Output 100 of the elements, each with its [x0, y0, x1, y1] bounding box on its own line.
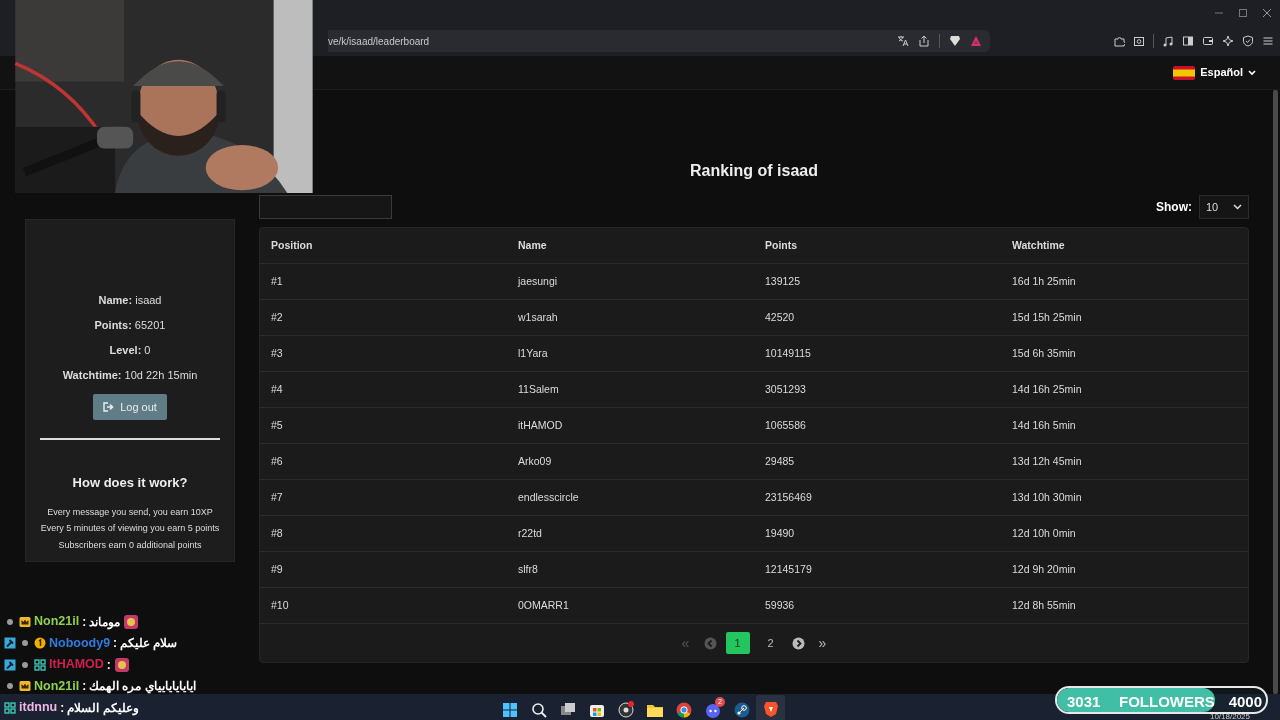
table-cell-text: 139125: [764, 273, 802, 289]
table-cell-text: 12d 9h 20min: [1011, 561, 1077, 577]
logout-button[interactable]: Log out: [93, 394, 167, 420]
chat-message: ايايايايايياي مره الهمك: [89, 678, 196, 696]
table-cell-text: #10: [270, 597, 290, 613]
table-cell-text: 11Salem: [517, 381, 560, 397]
table-cell-text: itHAMOD: [517, 417, 564, 433]
help-text: Subscribers earn 0 additional points: [57, 538, 203, 552]
sparkle-icon[interactable]: [1222, 35, 1234, 47]
next-icon[interactable]: [791, 636, 805, 650]
show-label: Show:: [1156, 199, 1192, 216]
scrollbar[interactable]: [1273, 90, 1278, 694]
logout-icon: [103, 402, 115, 412]
table-cell-text: 1065586: [764, 417, 807, 433]
menu-icon[interactable]: [1262, 35, 1274, 47]
screenshot-icon[interactable]: [1133, 35, 1145, 47]
table-cell-text: 14d 16h 5min: [1011, 417, 1077, 433]
follower-count: 3031: [1067, 692, 1101, 712]
page-size-select[interactable]: 10: [1199, 195, 1249, 219]
table-cell-text: #6: [270, 453, 284, 469]
search-field[interactable]: [259, 195, 392, 219]
table-cell-text: endlesscircle: [517, 489, 580, 505]
table-cell-text: 16d 1h 25min: [1011, 273, 1077, 289]
table-cell-text: 12d 10h 0min: [1011, 525, 1077, 541]
table-cell-text: slfr8: [517, 561, 539, 577]
column-header: Watchtime: [1011, 237, 1066, 253]
chevron-icon: [1233, 204, 1242, 210]
table-cell-text: 19490: [764, 525, 796, 541]
url-text: ve/k/isaad/leaderboard: [328, 34, 430, 49]
maximize-icon[interactable]: [1238, 8, 1248, 18]
table-cell-text: 15d 15h 25min: [1011, 309, 1083, 325]
table-cell-text: 23156469: [764, 489, 813, 505]
chat-username: Non21il: [34, 677, 80, 695]
chat-message: موماند: [89, 613, 121, 631]
wallet-icon[interactable]: [1202, 35, 1214, 47]
table-cell-text: l1Yara: [517, 345, 549, 361]
recorder-icon[interactable]: [615, 700, 636, 720]
help-text: Every message you send, you earn 10XP: [46, 505, 214, 519]
chat-separator: :: [60, 699, 65, 717]
help-text: Every 5 minutes of viewing you earn 5 points: [40, 522, 220, 535]
chat-message: سلام عليكم: [120, 635, 178, 653]
page-title: Ranking of isaad: [689, 161, 819, 181]
table-cell-text: 10149115: [764, 345, 812, 361]
profile-detail: Points: 65201: [93, 318, 167, 333]
column-header: Points: [764, 237, 799, 253]
column-header: Name: [517, 237, 548, 253]
table-cell-text: #7: [270, 489, 284, 505]
chat-username: Non21il: [34, 613, 80, 631]
page-link[interactable]: 2: [758, 632, 783, 654]
chat-separator: :: [106, 656, 111, 674]
follower-goal: 4000: [1228, 692, 1262, 712]
address-bar[interactable]: ve/k/isaad/leaderboard: [328, 30, 990, 52]
table-cell-text: #4: [270, 381, 284, 397]
table-cell-text: #5: [270, 417, 284, 433]
table-cell-text: 0OMARR1: [517, 597, 570, 613]
vpn-icon[interactable]: [1242, 35, 1254, 47]
share-icon[interactable]: [918, 35, 930, 47]
translate-icon[interactable]: [897, 35, 909, 47]
help-heading: How does it work?: [71, 474, 189, 492]
table-cell-text: #1: [270, 273, 284, 289]
profile-detail: Name: isaad: [97, 293, 163, 308]
table-cell-text: 15d 6h 35min: [1011, 345, 1077, 361]
table-cell-text: 29485: [764, 453, 796, 469]
table-cell-text: jaesungi: [516, 273, 559, 289]
chat-username: itdnnu: [19, 699, 58, 717]
table-cell-text: #9: [270, 561, 284, 577]
table-cell-text: Arko09: [517, 453, 553, 469]
page-link[interactable]: 1: [725, 632, 750, 654]
music-icon[interactable]: [1162, 35, 1174, 47]
flag-icon: [1173, 65, 1196, 80]
chevron-icon: [1248, 69, 1256, 76]
chat-username: Noboody9: [49, 634, 111, 652]
table-cell-text: #8: [270, 525, 284, 541]
table-cell-text: r22td: [517, 525, 543, 541]
follower-label: FOLLOWERS: [1119, 692, 1215, 712]
column-header: Position: [270, 237, 314, 253]
chat-separator: :: [113, 635, 118, 653]
table-cell-text: 59936: [764, 597, 796, 613]
profile-detail: Watchtime: 10d 22h 15min: [61, 368, 199, 383]
chat-username: ItHAMOD: [49, 656, 104, 674]
table-cell-text: 14d 16h 25min: [1011, 381, 1083, 397]
table-cell-text: 3051293: [764, 381, 807, 397]
table-cell-text: 13d 10h 30min: [1011, 489, 1083, 505]
chat-message: وعليكم السلام: [67, 699, 139, 717]
table-cell-text: w1sarah: [517, 309, 559, 325]
chat-separator: :: [82, 613, 87, 631]
sidebar-icon[interactable]: [1182, 35, 1194, 47]
triangle-icon[interactable]: [970, 35, 982, 47]
table-cell-text: 12145179: [764, 561, 813, 577]
profile-detail: Level: 0: [108, 343, 152, 358]
chat-separator: :: [82, 678, 87, 696]
table-cell-text: #2: [270, 309, 284, 325]
last-page-link[interactable]: »: [813, 633, 832, 653]
close-icon[interactable]: [1262, 8, 1272, 18]
table-cell-text: 12d 8h 55min: [1011, 597, 1077, 613]
table-cell-text: 42520: [764, 309, 796, 325]
table-cell-text: #3: [270, 345, 284, 361]
language-dropdown[interactable]: Español: [1173, 64, 1256, 81]
tray-date: 10/18/2025: [1209, 711, 1250, 720]
table-cell-text: 13d 12h 45min: [1011, 453, 1083, 469]
